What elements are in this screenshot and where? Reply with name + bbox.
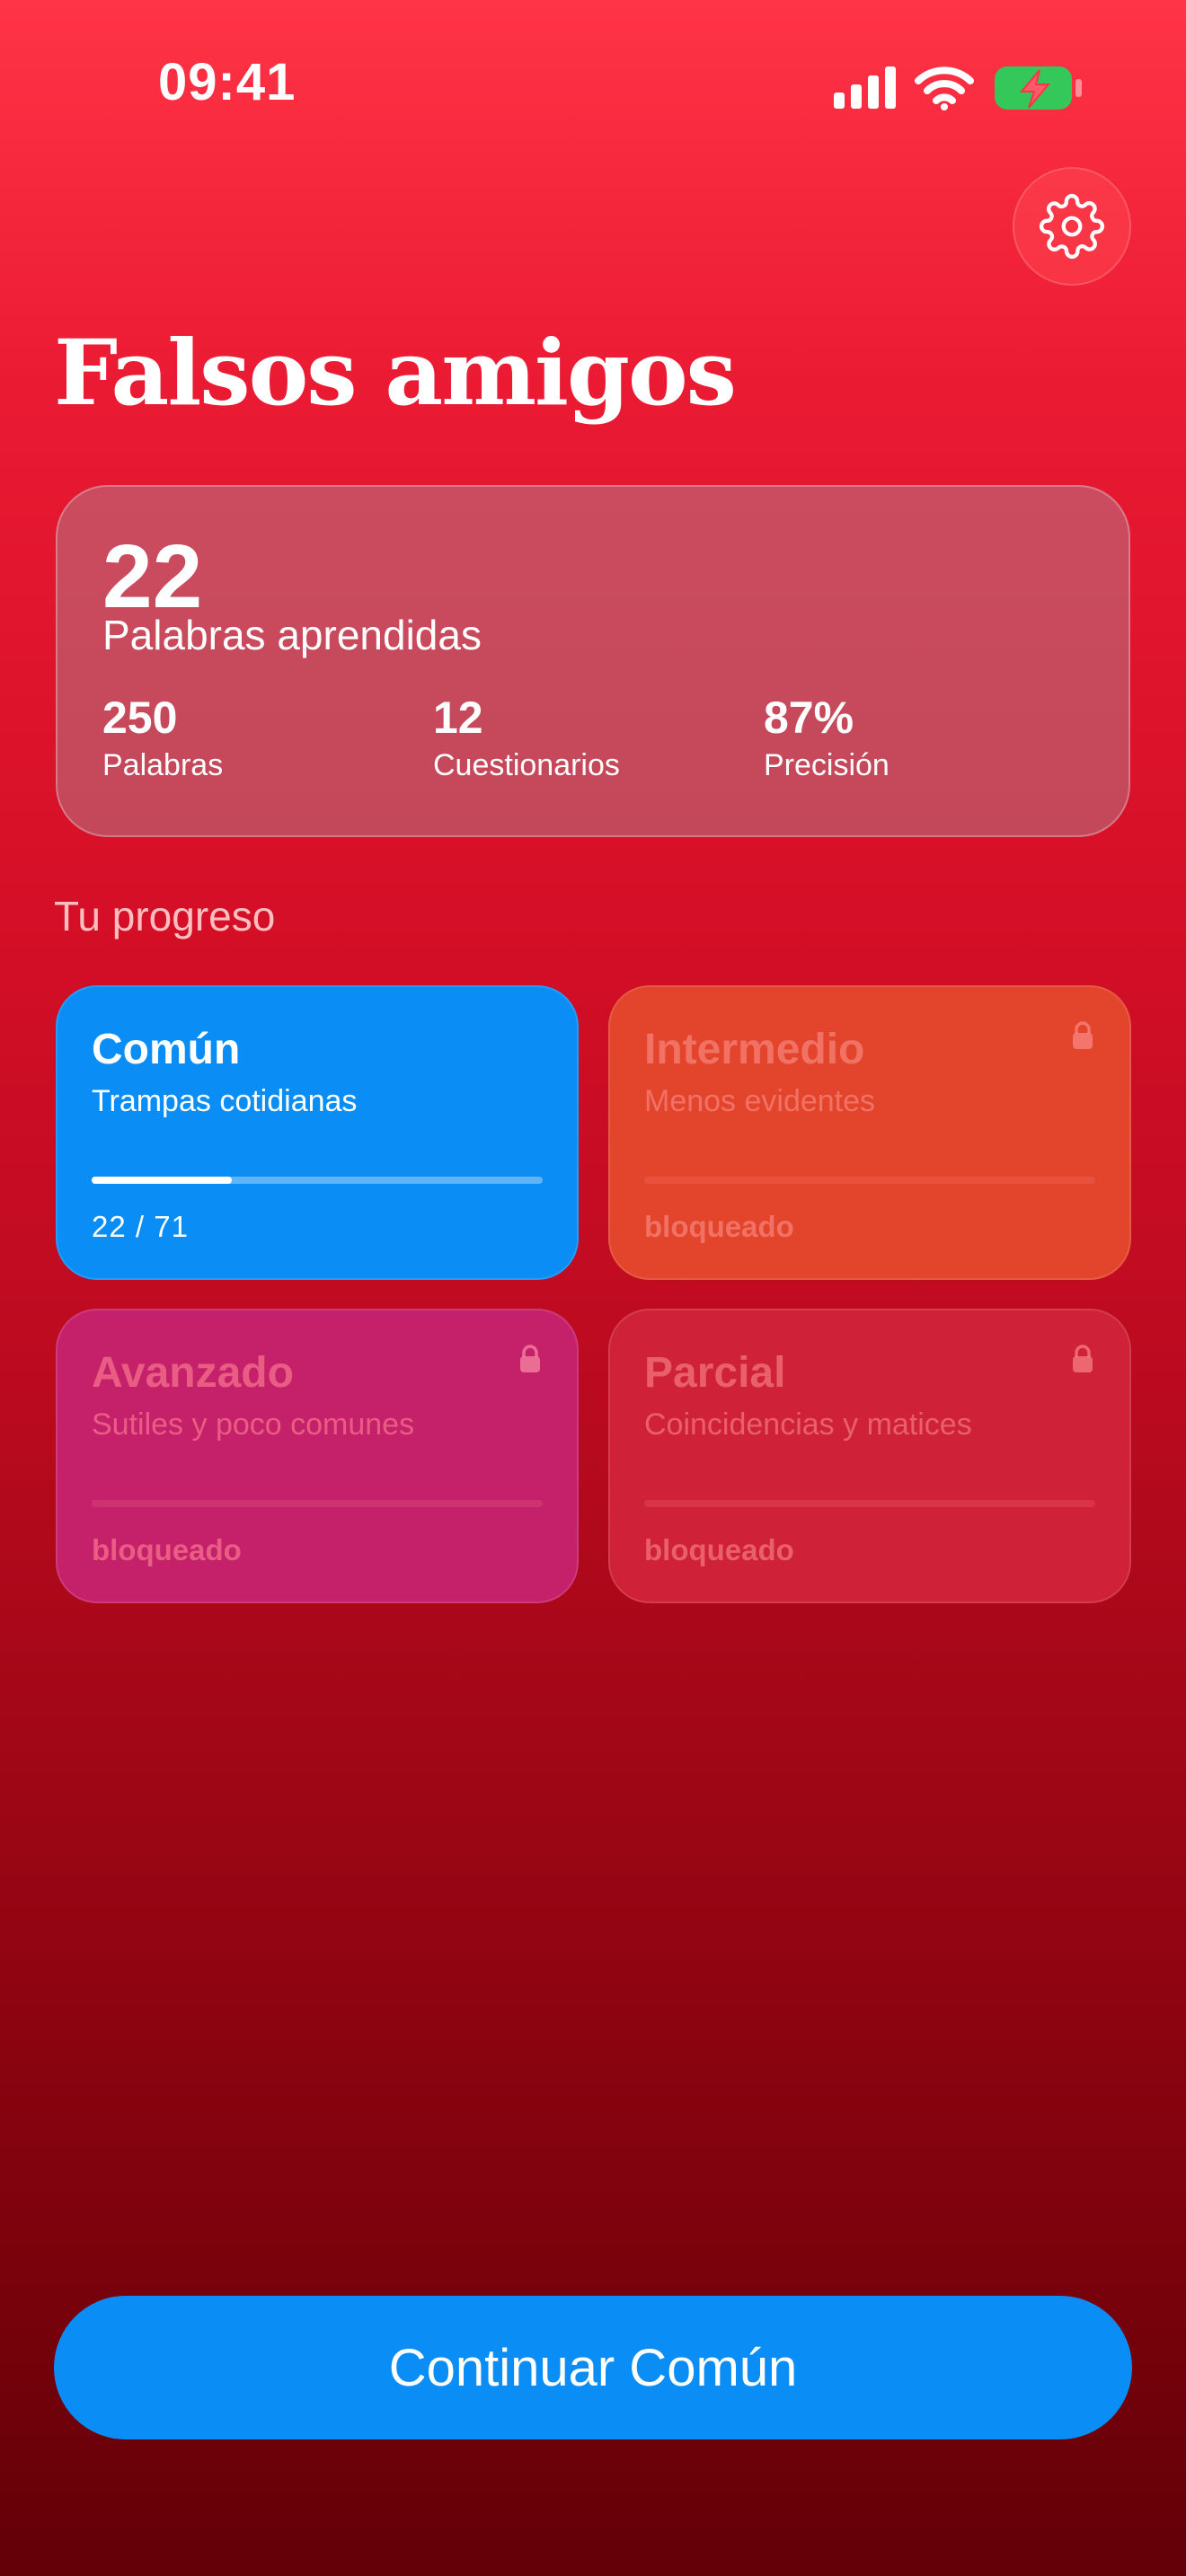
section-label: Tu progreso [54,893,276,940]
level-footer: bloqueado [644,1533,794,1566]
stat-quizzes: 12 Cuestionarios [433,693,620,783]
level-card-comun[interactable]: Común Trampas cotidianas 22 / 71 [56,985,579,1280]
level-footer: 22 / 71 [92,1210,189,1243]
signal-icon [834,66,896,109]
stat-value: 87% [764,693,854,743]
level-progress-bar [644,1500,1095,1507]
level-card-parcial[interactable]: Parcial Coincidencias y matices bloquead… [608,1309,1131,1603]
stat-label: Cuestionarios [433,748,620,782]
lock-icon [520,1345,540,1372]
level-progress-bar [92,1177,543,1184]
level-subtitle: Coincidencias y matices [644,1407,972,1442]
learned-count: 22 [102,526,203,627]
stat-label: Palabras [102,748,224,782]
stat-value: 12 [433,693,483,743]
lock-icon [1073,1021,1093,1049]
status-bar: 09:41 [0,0,1186,171]
level-progress-bar [644,1177,1095,1184]
level-subtitle: Trampas cotidianas [92,1084,358,1118]
gear-icon [1039,193,1105,260]
page-title: Falsos amigos [54,320,737,426]
level-progress-bar [92,1500,543,1507]
learned-label: Palabras aprendidas [102,612,482,658]
stat-value: 250 [102,693,178,743]
continue-button[interactable]: Continuar Común [54,2296,1132,2439]
lock-icon [1073,1345,1093,1372]
level-footer: bloqueado [92,1533,242,1566]
battery-charging-icon [995,66,1082,110]
level-footer: bloqueado [644,1210,794,1243]
stats-card: 22 Palabras aprendidas 250 Palabras 12 C… [56,485,1130,837]
level-card-intermedio[interactable]: Intermedio Menos evidentes bloqueado [608,985,1131,1280]
stat-words: 250 Palabras [102,693,223,783]
stat-accuracy: 87% Precisión [764,693,890,783]
level-title: Intermedio [644,1026,865,1073]
level-subtitle: Menos evidentes [644,1084,876,1118]
level-subtitle: Sutiles y poco comunes [92,1407,415,1442]
wifi-icon [915,66,974,110]
level-progress-fill [92,1177,232,1184]
level-title: Parcial [644,1349,786,1397]
level-title: Común [92,1026,241,1073]
level-title: Avanzado [92,1349,294,1397]
status-time: 09:41 [158,53,296,111]
settings-button[interactable] [1013,167,1131,286]
level-card-avanzado[interactable]: Avanzado Sutiles y poco comunes bloquead… [56,1309,579,1603]
stat-label: Precisión [764,748,890,782]
